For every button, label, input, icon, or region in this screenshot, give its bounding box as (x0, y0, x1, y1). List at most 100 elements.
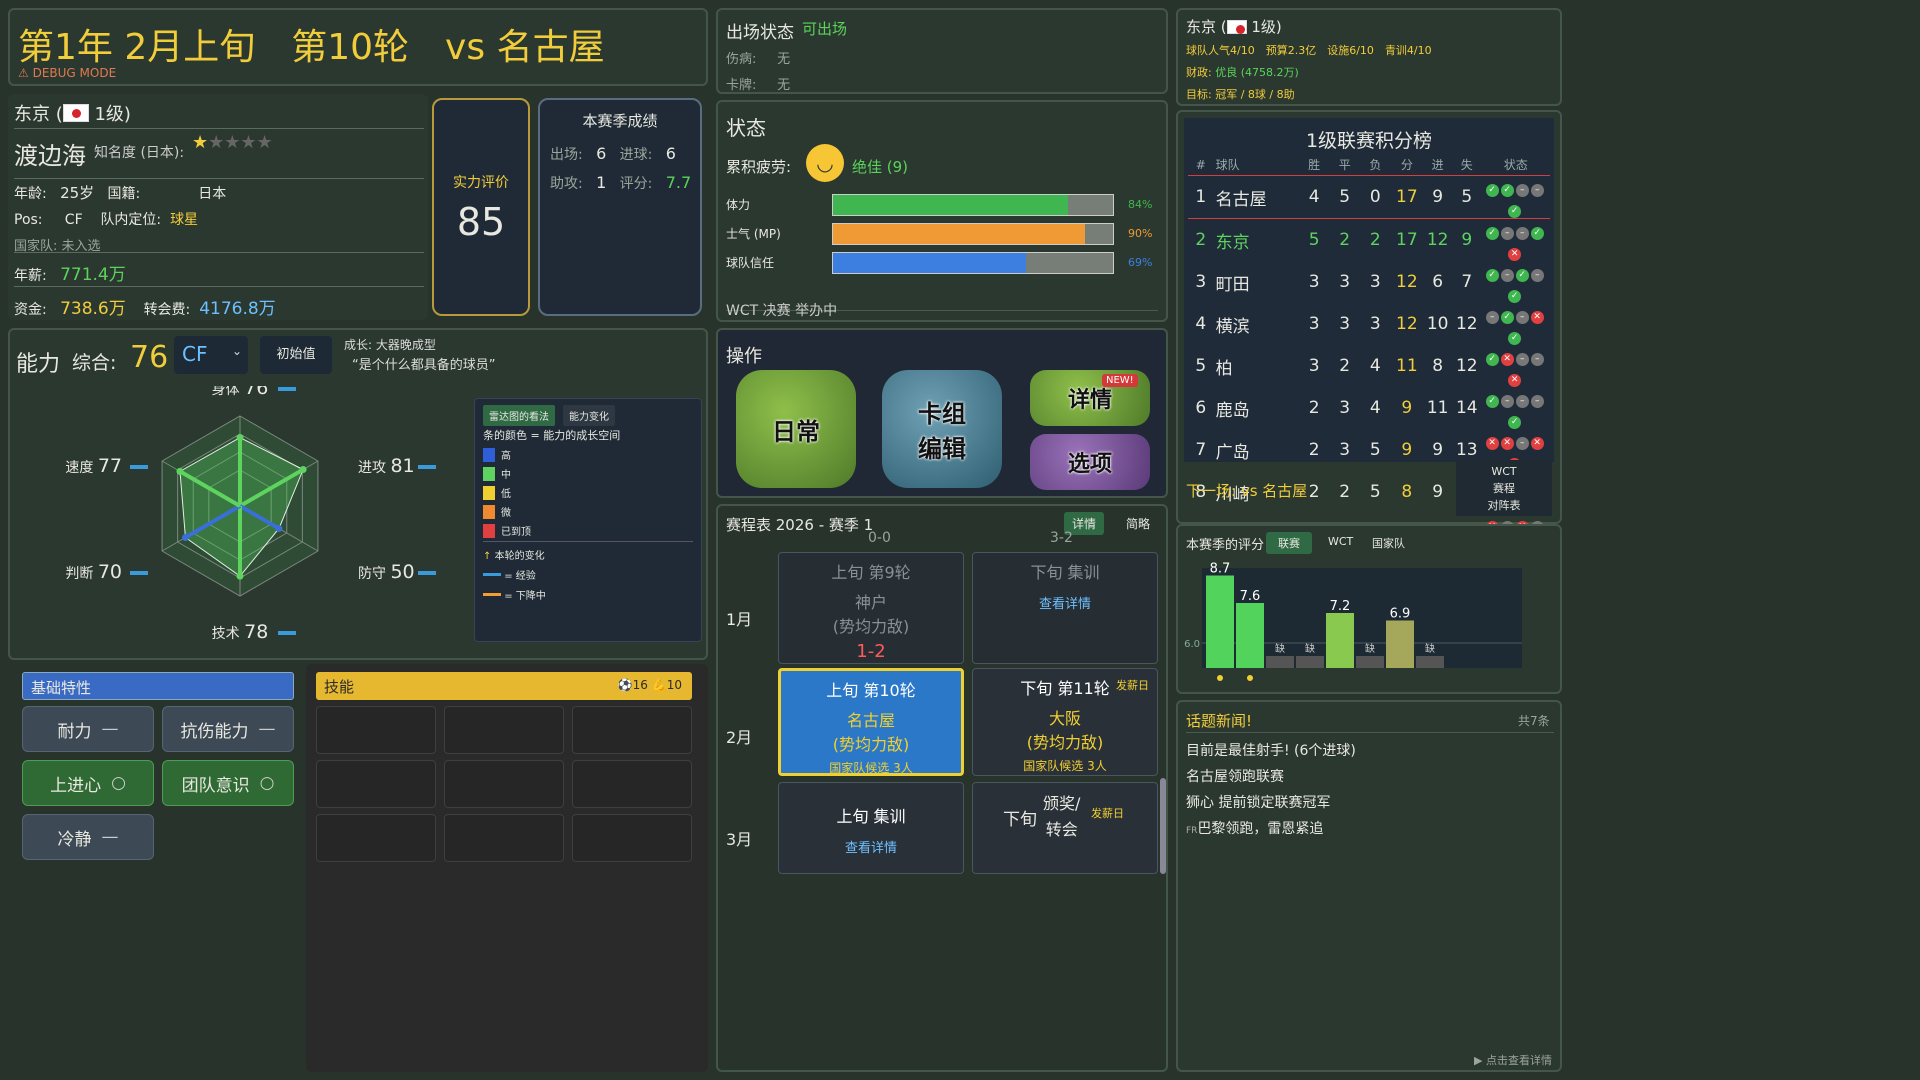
rating-bar (1206, 575, 1234, 668)
schedule-cell[interactable]: 下旬 颁奖/ 转会 发薪日 (972, 782, 1158, 874)
schedule-cell[interactable]: 下旬 第11轮 发薪日 大阪 (势均力敌) 国家队候选 3人 (972, 668, 1158, 776)
view-detail-link[interactable]: 查看详情 (973, 593, 1157, 612)
standings-cell: 9 (1461, 230, 1473, 250)
daily-button[interactable]: 日常 (736, 370, 856, 488)
missing-bar (1296, 656, 1324, 668)
news-more-link[interactable]: ▶ 点击查看详情 (1474, 1052, 1552, 1068)
skill-slot[interactable] (572, 706, 692, 754)
schedule-cell[interactable]: 上旬 集训 查看详情 (778, 782, 964, 874)
news-item[interactable]: 狮心 提前锁定联赛冠军 (1186, 790, 1356, 816)
deck-edit-button[interactable]: 卡组 编辑 (882, 370, 1002, 488)
standings-cell: 1 (1195, 187, 1207, 207)
standings-header: 进 (1431, 158, 1444, 172)
standings-cell: 7 (1195, 440, 1207, 460)
table-row[interactable]: 5 柏 3 2 4 11 8 12 ✓ ✕ – –✕ (1188, 345, 1550, 387)
trait-2[interactable]: 上进心 ○ (22, 760, 154, 806)
tab-schedule-brief[interactable]: 简略 (1118, 512, 1158, 535)
form-icon: ✓ (1485, 395, 1499, 408)
wct-bracket-button[interactable]: WCT 赛程 对阵表 (1456, 460, 1552, 516)
skill-slot[interactable] (444, 760, 564, 808)
salary-row: 年薪: 771.4万 (14, 265, 126, 285)
options-button[interactable]: 选项 (1030, 434, 1150, 490)
cond-pct: 90% (1128, 227, 1153, 240)
skill-slot[interactable] (316, 706, 436, 754)
trait-0[interactable]: 耐力 — (22, 706, 154, 752)
tab-radar-view[interactable]: 雷达图的看法 (483, 405, 555, 426)
player-name: 渡边海 (14, 142, 86, 170)
standings-cell: 鹿岛 (1215, 400, 1250, 421)
traits-header: 基础特性 (22, 672, 294, 700)
rating-card: 实力评价 85 (432, 98, 530, 316)
standings-cell: 5 (1369, 440, 1381, 460)
skill-slot[interactable] (572, 760, 692, 808)
table-row[interactable]: 3 町田 3 3 3 12 6 7 ✓ – ✓ –✓ (1188, 261, 1550, 303)
trait-1[interactable]: 抗伤能力 — (162, 706, 294, 752)
skill-slot[interactable] (572, 814, 692, 862)
table-row[interactable]: 2 东京 5 2 2 17 12 9 ✓ – – ✓✕ (1188, 218, 1550, 261)
rating-value-label: 8.7 (1210, 562, 1231, 577)
legend-swatch (483, 448, 495, 462)
cond-label: 士气 (MP) (726, 227, 781, 241)
news-item[interactable]: 目前是最佳射手! (6个进球) (1186, 738, 1356, 764)
skill-slot[interactable] (316, 760, 436, 808)
form-icon: ✕ (1500, 353, 1514, 366)
radar-label-1: 进攻 81 (358, 455, 415, 477)
news-text: 巴黎领跑，雷恩紧追 (1197, 821, 1324, 837)
rating-bar (1326, 613, 1354, 668)
cond-pct: 84% (1128, 198, 1153, 211)
schedule-cell[interactable]: 下旬 集训 查看详情 (972, 552, 1158, 664)
radar-label-4: 判断 70 (65, 561, 122, 583)
table-row[interactable]: 6 鹿岛 2 3 4 9 11 14 ✓ – – –✓ (1188, 387, 1550, 429)
standings-panel: 1级联赛积分榜 # 球队胜平负分进失状态 1 名古屋 4 5 0 17 9 5 ✓ ✓ – –✓ 2 东京 5 2… (1176, 110, 1562, 682)
sched-round: 下旬 (1003, 810, 1037, 830)
news-item[interactable]: 名古屋领跑联赛 (1186, 764, 1356, 790)
tab-league[interactable]: 联赛 (1266, 532, 1312, 554)
cond-pct: 69% (1128, 256, 1153, 269)
tab-ability-change[interactable]: 能力变化 (563, 405, 615, 426)
standings-cell: 6 (1195, 398, 1207, 418)
standings-header: 平 (1338, 158, 1351, 172)
initial-value-button[interactable]: 初始值 (260, 336, 332, 374)
form-icon: ✕ (1508, 248, 1522, 261)
skill-slot[interactable] (444, 814, 564, 862)
cond-fill (833, 253, 1027, 273)
tab-wct[interactable]: WCT (1328, 535, 1353, 548)
standings-cell: 9 (1432, 440, 1444, 460)
happy-face-icon: ◡ (806, 144, 844, 182)
sched-opponent: 神户 (854, 593, 887, 612)
standings-header: 胜 (1308, 158, 1321, 172)
standings-cell: 5 (1461, 187, 1473, 207)
radar-label-0: 身体 76 (212, 386, 269, 399)
table-row[interactable]: 4 横滨 3 3 3 12 10 12– ✓ – ✕✓ (1188, 303, 1550, 345)
schedule-cell[interactable]: 上旬 第10轮 名古屋 (势均力敌) 国家队候选 3人 (778, 668, 964, 776)
trait-4[interactable]: 冷静 — (22, 814, 154, 860)
schedule-cell[interactable]: 上旬 第9轮 神户 (势均力敌) 1-2 (778, 552, 964, 664)
missing-bar (1356, 656, 1384, 668)
news-text: 名古屋领跑联赛 (1186, 769, 1284, 785)
standings-header: 失 (1460, 158, 1473, 172)
legend-level: 高 (483, 447, 531, 466)
table-row[interactable]: 1 名古屋 4 5 0 17 9 5 ✓ ✓ – –✓ (1188, 175, 1550, 219)
standings-cell: 10 (1426, 314, 1449, 334)
view-detail-link[interactable]: 查看详情 (779, 837, 963, 856)
match-title: 第1年 2月上旬 第10轮 vs 名古屋 (18, 27, 605, 68)
position-select[interactable]: CF ⌄ (174, 336, 248, 374)
standings-cell: 12 (1396, 272, 1418, 292)
trait-3[interactable]: 团队意识 ○ (162, 760, 294, 806)
standings-cell: 名古屋 (1215, 189, 1267, 210)
standings-cell: 柏 (1215, 358, 1233, 379)
funds-row: 资金: 738.6万 转会费: 4176.8万 (14, 299, 276, 319)
tab-national[interactable]: 国家队 (1372, 535, 1405, 551)
skill-slot[interactable] (316, 814, 436, 862)
standings-cell: 6 (1432, 272, 1444, 292)
form-icon: – (1515, 437, 1529, 450)
payday-tag: 发薪日 (1091, 807, 1124, 820)
skill-slot[interactable] (444, 706, 564, 754)
season-stats-card: 本赛季成绩 出场: 6 进球: 6 助攻: 1 评分: 7.7 (538, 98, 702, 316)
availability-panel: 出场状态 可出场 伤病: 无 卡牌: 无 (716, 8, 1168, 94)
legend-level-label: 低 (501, 489, 511, 500)
schedule-scrollbar[interactable] (1160, 778, 1166, 874)
news-item[interactable]: FR巴黎领跑，雷恩紧追 (1186, 816, 1356, 844)
standings-cell: 17 (1396, 187, 1418, 207)
cond-bar (832, 223, 1114, 245)
